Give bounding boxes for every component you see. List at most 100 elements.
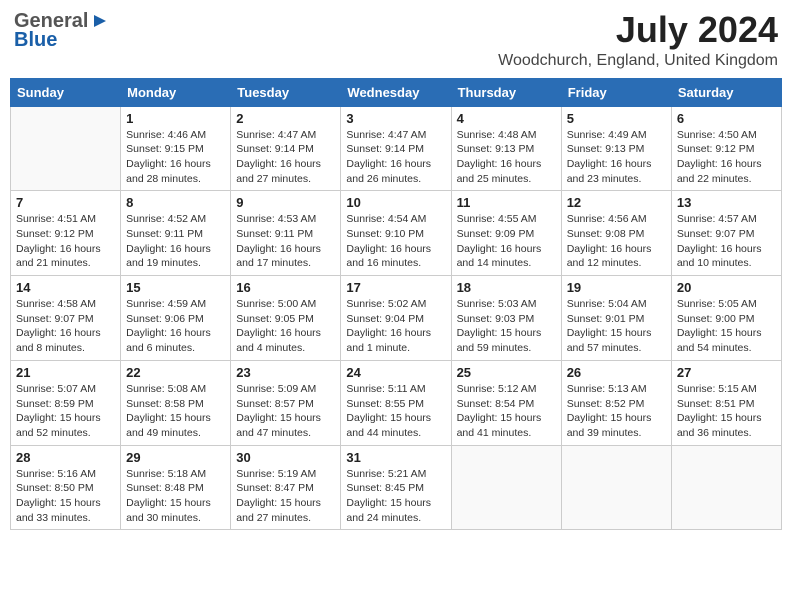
day-number: 3: [346, 111, 445, 126]
day-info: Sunrise: 5:00 AMSunset: 9:05 PMDaylight:…: [236, 297, 335, 356]
day-info: Sunrise: 5:04 AMSunset: 9:01 PMDaylight:…: [567, 297, 666, 356]
day-number: 26: [567, 365, 666, 380]
calendar-cell: 23 Sunrise: 5:09 AMSunset: 8:57 PMDayligh…: [231, 360, 341, 445]
day-number: 5: [567, 111, 666, 126]
day-info: Sunrise: 4:49 AMSunset: 9:13 PMDaylight:…: [567, 128, 666, 187]
header: General Blue July 2024 Woodchurch, Engla…: [10, 10, 782, 70]
calendar-cell: 9 Sunrise: 4:53 AMSunset: 9:11 PMDaylight…: [231, 191, 341, 276]
calendar-cell: 8 Sunrise: 4:52 AMSunset: 9:11 PMDaylight…: [121, 191, 231, 276]
day-info: Sunrise: 5:03 AMSunset: 9:03 PMDaylight:…: [457, 297, 556, 356]
calendar-cell: 6 Sunrise: 4:50 AMSunset: 9:12 PMDaylight…: [671, 106, 781, 191]
day-number: 22: [126, 365, 225, 380]
logo: General Blue: [14, 10, 108, 52]
day-info: Sunrise: 4:54 AMSunset: 9:10 PMDaylight:…: [346, 212, 445, 271]
calendar-cell: 16 Sunrise: 5:00 AMSunset: 9:05 PMDayligh…: [231, 276, 341, 361]
day-info: Sunrise: 4:47 AMSunset: 9:14 PMDaylight:…: [346, 128, 445, 187]
day-info: Sunrise: 4:55 AMSunset: 9:09 PMDaylight:…: [457, 212, 556, 271]
day-number: 6: [677, 111, 776, 126]
calendar-week-row: 1Sunrise: 4:46 AMSunset: 9:15 PMDaylight…: [11, 106, 782, 191]
col-header-saturday: Saturday: [671, 78, 781, 106]
day-number: 10: [346, 195, 445, 210]
day-info: Sunrise: 5:11 AMSunset: 8:55 PMDaylight:…: [346, 382, 445, 441]
day-info: Sunrise: 4:52 AMSunset: 9:11 PMDaylight:…: [126, 212, 225, 271]
day-info: Sunrise: 4:47 AMSunset: 9:14 PMDaylight:…: [236, 128, 335, 187]
calendar-cell: 7 Sunrise: 4:51 AMSunset: 9:12 PMDaylight…: [11, 191, 121, 276]
day-info: Sunrise: 5:19 AMSunset: 8:47 PMDaylight:…: [236, 467, 335, 526]
location-title: Woodchurch, England, United Kingdom: [498, 52, 778, 70]
logo-flag-icon: [90, 13, 108, 31]
calendar-week-row: 14Sunrise: 4:58 AMSunset: 9:07 PMDayligh…: [11, 276, 782, 361]
day-info: Sunrise: 4:56 AMSunset: 9:08 PMDaylight:…: [567, 212, 666, 271]
day-number: 2: [236, 111, 335, 126]
day-number: 20: [677, 280, 776, 295]
day-number: 17: [346, 280, 445, 295]
calendar-cell: 20 Sunrise: 5:05 AMSunset: 9:00 PMDayligh…: [671, 276, 781, 361]
calendar-week-row: 21 Sunrise: 5:07 AMSunset: 8:59 PMDayligh…: [11, 360, 782, 445]
calendar-cell: 15Sunrise: 4:59 AMSunset: 9:06 PMDayligh…: [121, 276, 231, 361]
day-number: 16: [236, 280, 335, 295]
logo-blue-text: Blue: [14, 29, 57, 52]
day-info: Sunrise: 5:12 AMSunset: 8:54 PMDaylight:…: [457, 382, 556, 441]
day-number: 9: [236, 195, 335, 210]
day-number: 21: [16, 365, 115, 380]
day-info: Sunrise: 5:16 AMSunset: 8:50 PMDaylight:…: [16, 467, 115, 526]
calendar-header-row: SundayMondayTuesdayWednesdayThursdayFrid…: [11, 78, 782, 106]
calendar-week-row: 7 Sunrise: 4:51 AMSunset: 9:12 PMDaylight…: [11, 191, 782, 276]
calendar-cell: [561, 445, 671, 530]
col-header-wednesday: Wednesday: [341, 78, 451, 106]
day-info: Sunrise: 4:57 AMSunset: 9:07 PMDaylight:…: [677, 212, 776, 271]
month-title: July 2024: [498, 10, 778, 50]
calendar-cell: 2 Sunrise: 4:47 AMSunset: 9:14 PMDaylight…: [231, 106, 341, 191]
day-number: 11: [457, 195, 556, 210]
day-info: Sunrise: 5:05 AMSunset: 9:00 PMDaylight:…: [677, 297, 776, 356]
day-number: 19: [567, 280, 666, 295]
col-header-monday: Monday: [121, 78, 231, 106]
calendar-cell: 19 Sunrise: 5:04 AMSunset: 9:01 PMDayligh…: [561, 276, 671, 361]
col-header-sunday: Sunday: [11, 78, 121, 106]
day-info: Sunrise: 5:13 AMSunset: 8:52 PMDaylight:…: [567, 382, 666, 441]
calendar-cell: 26 Sunrise: 5:13 AMSunset: 8:52 PMDayligh…: [561, 360, 671, 445]
day-info: Sunrise: 4:48 AMSunset: 9:13 PMDaylight:…: [457, 128, 556, 187]
calendar-week-row: 28 Sunrise: 5:16 AMSunset: 8:50 PMDayligh…: [11, 445, 782, 530]
day-info: Sunrise: 5:18 AMSunset: 8:48 PMDaylight:…: [126, 467, 225, 526]
calendar-cell: 30 Sunrise: 5:19 AMSunset: 8:47 PMDayligh…: [231, 445, 341, 530]
day-number: 30: [236, 450, 335, 465]
day-info: Sunrise: 4:50 AMSunset: 9:12 PMDaylight:…: [677, 128, 776, 187]
day-number: 1: [126, 111, 225, 126]
calendar-cell: 21 Sunrise: 5:07 AMSunset: 8:59 PMDayligh…: [11, 360, 121, 445]
day-number: 8: [126, 195, 225, 210]
day-info: Sunrise: 5:15 AMSunset: 8:51 PMDaylight:…: [677, 382, 776, 441]
day-info: Sunrise: 5:08 AMSunset: 8:58 PMDaylight:…: [126, 382, 225, 441]
day-number: 18: [457, 280, 556, 295]
calendar-cell: 22 Sunrise: 5:08 AMSunset: 8:58 PMDayligh…: [121, 360, 231, 445]
day-number: 4: [457, 111, 556, 126]
day-info: Sunrise: 4:53 AMSunset: 9:11 PMDaylight:…: [236, 212, 335, 271]
day-info: Sunrise: 5:21 AMSunset: 8:45 PMDaylight:…: [346, 467, 445, 526]
title-area: July 2024 Woodchurch, England, United Ki…: [498, 10, 778, 70]
day-number: 28: [16, 450, 115, 465]
day-info: Sunrise: 4:51 AMSunset: 9:12 PMDaylight:…: [16, 212, 115, 271]
calendar-cell: 11 Sunrise: 4:55 AMSunset: 9:09 PMDayligh…: [451, 191, 561, 276]
calendar-cell: 24 Sunrise: 5:11 AMSunset: 8:55 PMDayligh…: [341, 360, 451, 445]
calendar-cell: 14Sunrise: 4:58 AMSunset: 9:07 PMDayligh…: [11, 276, 121, 361]
calendar-cell: 4 Sunrise: 4:48 AMSunset: 9:13 PMDaylight…: [451, 106, 561, 191]
col-header-tuesday: Tuesday: [231, 78, 341, 106]
calendar-cell: [671, 445, 781, 530]
day-number: 24: [346, 365, 445, 380]
calendar-cell: 25Sunrise: 5:12 AMSunset: 8:54 PMDayligh…: [451, 360, 561, 445]
calendar-cell: 17 Sunrise: 5:02 AMSunset: 9:04 PMDayligh…: [341, 276, 451, 361]
calendar-table: SundayMondayTuesdayWednesdayThursdayFrid…: [10, 78, 782, 531]
calendar-cell: 27Sunrise: 5:15 AMSunset: 8:51 PMDayligh…: [671, 360, 781, 445]
calendar-cell: 1Sunrise: 4:46 AMSunset: 9:15 PMDaylight…: [121, 106, 231, 191]
day-info: Sunrise: 5:02 AMSunset: 9:04 PMDaylight:…: [346, 297, 445, 356]
calendar-cell: 5 Sunrise: 4:49 AMSunset: 9:13 PMDaylight…: [561, 106, 671, 191]
day-info: Sunrise: 5:09 AMSunset: 8:57 PMDaylight:…: [236, 382, 335, 441]
day-number: 14: [16, 280, 115, 295]
day-info: Sunrise: 5:07 AMSunset: 8:59 PMDaylight:…: [16, 382, 115, 441]
calendar-cell: 28 Sunrise: 5:16 AMSunset: 8:50 PMDayligh…: [11, 445, 121, 530]
day-number: 23: [236, 365, 335, 380]
day-number: 7: [16, 195, 115, 210]
calendar-cell: 3 Sunrise: 4:47 AMSunset: 9:14 PMDaylight…: [341, 106, 451, 191]
day-number: 12: [567, 195, 666, 210]
day-number: 29: [126, 450, 225, 465]
